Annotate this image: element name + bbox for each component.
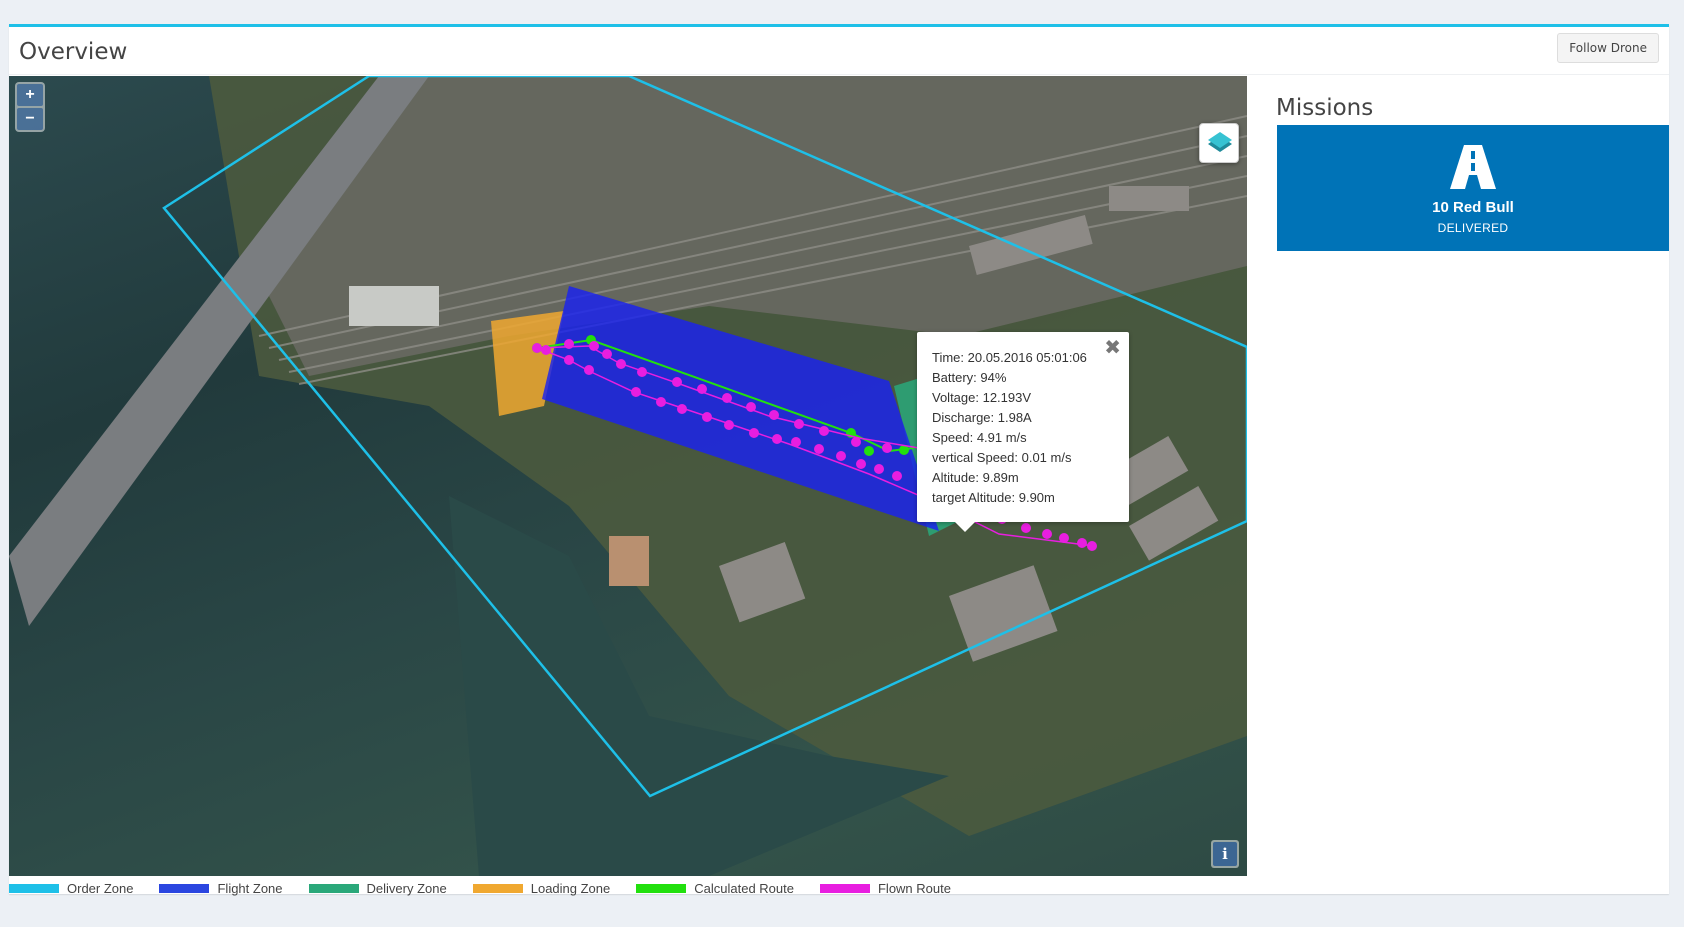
zoom-control: + − [15,82,45,132]
legend-delivery-zone: Delivery Zone [308,880,447,896]
legend-label: Delivery Zone [366,880,447,896]
legend-swatch [636,883,687,893]
legend-flight-zone: Flight Zone [159,880,283,896]
legend-swatch [819,883,870,893]
telemetry-time: Time: 20.05.2016 05:01:06 [932,350,1087,365]
close-icon[interactable]: ✖ [1104,338,1121,358]
panel-header: Overview Follow Drone [9,27,1669,75]
layer-switcher-button[interactable] [1199,123,1239,163]
zoom-in-button[interactable]: + [17,84,43,106]
follow-drone-button[interactable]: Follow Drone [1557,33,1659,63]
map-view[interactable]: + − i ✖ Time: 20.05.2016 05:01:06 Batter… [9,76,1247,876]
telemetry-battery: Battery: 94% [932,370,1007,385]
telemetry-discharge: Discharge: 1.98A [932,410,1032,425]
legend-swatch [159,883,210,893]
mission-name: 10 Red Bull [1432,199,1514,216]
legend-label: Loading Zone [530,880,611,896]
page-title: Overview [19,39,128,65]
legend-order-zone: Order Zone [9,881,133,896]
map-legend: Order Zone Flight Zone Delivery Zone Loa… [9,878,977,898]
telemetry-vertical-speed: vertical Speed: 0.01 m/s [932,450,1072,465]
legend-label: Flight Zone [217,880,283,896]
legend-calculated-route: Calculated Route [636,881,794,896]
missions-title: Missions [1276,95,1374,121]
telemetry-speed: Speed: 4.91 m/s [932,430,1027,445]
overview-panel: Overview Follow Drone + − i ✖ Time: 20.0… [9,24,1669,896]
route-point [864,446,874,456]
legend-swatch [308,883,359,893]
legend-loading-zone: Loading Zone [472,880,611,896]
legend-label: Order Zone [67,880,134,896]
zoom-out-button[interactable]: − [17,108,43,130]
telemetry-popup: ✖ Time: 20.05.2016 05:01:06 Battery: 94%… [917,332,1129,532]
telemetry-altitude: Altitude: 9.89m [932,470,1019,485]
layers-icon [1208,132,1232,152]
telemetry-target-altitude: target Altitude: 9.90m [932,490,1055,505]
legend-flown-route: Flown Route [819,880,951,896]
legend-label: Calculated Route [694,880,794,896]
attribution-info-button[interactable]: i [1211,840,1239,868]
mission-card[interactable]: 10 Red Bull DELIVERED [1277,125,1669,251]
mission-status: DELIVERED [1437,221,1509,235]
legend-swatch [472,883,523,893]
legend-label: Flown Route [877,880,951,896]
road-icon [1450,145,1496,189]
info-icon: i [1213,842,1237,866]
telemetry-voltage: Voltage: 12.193V [932,390,1032,405]
legend-swatch [9,883,59,893]
